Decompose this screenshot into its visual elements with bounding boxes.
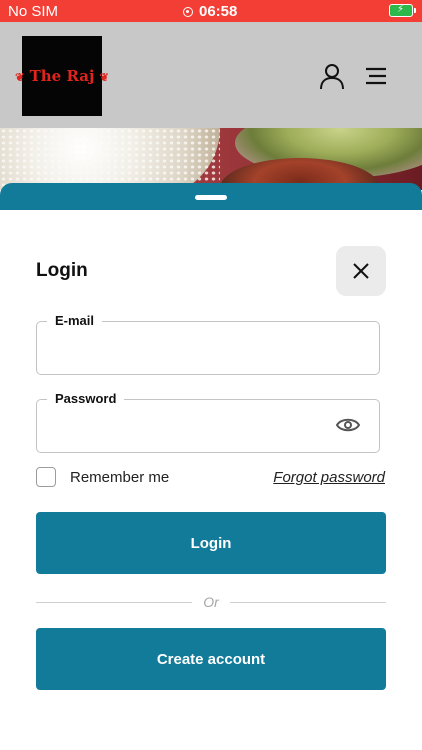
menu-icon[interactable] bbox=[364, 66, 388, 86]
forgot-password-link[interactable]: Forgot password bbox=[273, 469, 385, 486]
remember-me-label[interactable]: Remember me bbox=[70, 469, 169, 486]
app-header: ❦ The Raj ❦ bbox=[0, 22, 422, 128]
login-button[interactable]: Login bbox=[36, 512, 386, 574]
password-input[interactable] bbox=[47, 408, 331, 444]
create-account-button[interactable]: Create account bbox=[36, 628, 386, 690]
clock: 06:58 bbox=[183, 3, 237, 20]
email-field[interactable]: E-mail bbox=[36, 313, 380, 375]
carrier-label: No SIM bbox=[8, 3, 59, 20]
hero-food-image bbox=[0, 128, 422, 190]
close-icon bbox=[353, 263, 369, 279]
rice-texture bbox=[0, 128, 220, 190]
time-label: 06:58 bbox=[199, 3, 238, 20]
or-divider: Or bbox=[36, 594, 386, 614]
email-label: E-mail bbox=[47, 313, 103, 328]
password-field[interactable]: Password bbox=[36, 391, 380, 453]
logo-flower-icon: ❦ bbox=[15, 71, 25, 84]
password-label: Password bbox=[47, 391, 125, 406]
login-sheet: Login E-mail Password Remember me Forgot… bbox=[0, 210, 422, 750]
email-input[interactable] bbox=[47, 330, 331, 366]
user-icon[interactable] bbox=[318, 62, 346, 90]
sheet-header-bar bbox=[0, 183, 422, 213]
remember-me-row[interactable]: Remember me bbox=[36, 467, 169, 487]
divider-line-right bbox=[230, 602, 386, 603]
remember-me-checkbox[interactable] bbox=[36, 467, 56, 487]
battery-icon: ⚡ bbox=[389, 4, 416, 17]
charging-bolt-icon: ⚡ bbox=[397, 4, 405, 15]
restaurant-logo[interactable]: ❦ The Raj ❦ bbox=[15, 36, 109, 116]
drag-handle[interactable] bbox=[195, 195, 227, 200]
close-button[interactable] bbox=[336, 246, 386, 296]
recording-icon bbox=[183, 6, 193, 17]
logo-wordmark: ❦ The Raj ❦ bbox=[15, 67, 109, 85]
show-password-eye-icon[interactable] bbox=[335, 415, 361, 435]
logo-flower-icon: ❦ bbox=[99, 71, 109, 84]
login-title: Login bbox=[36, 260, 88, 281]
logo-text: The Raj bbox=[29, 67, 95, 85]
status-bar: No SIM 06:58 ⚡ bbox=[0, 0, 422, 22]
